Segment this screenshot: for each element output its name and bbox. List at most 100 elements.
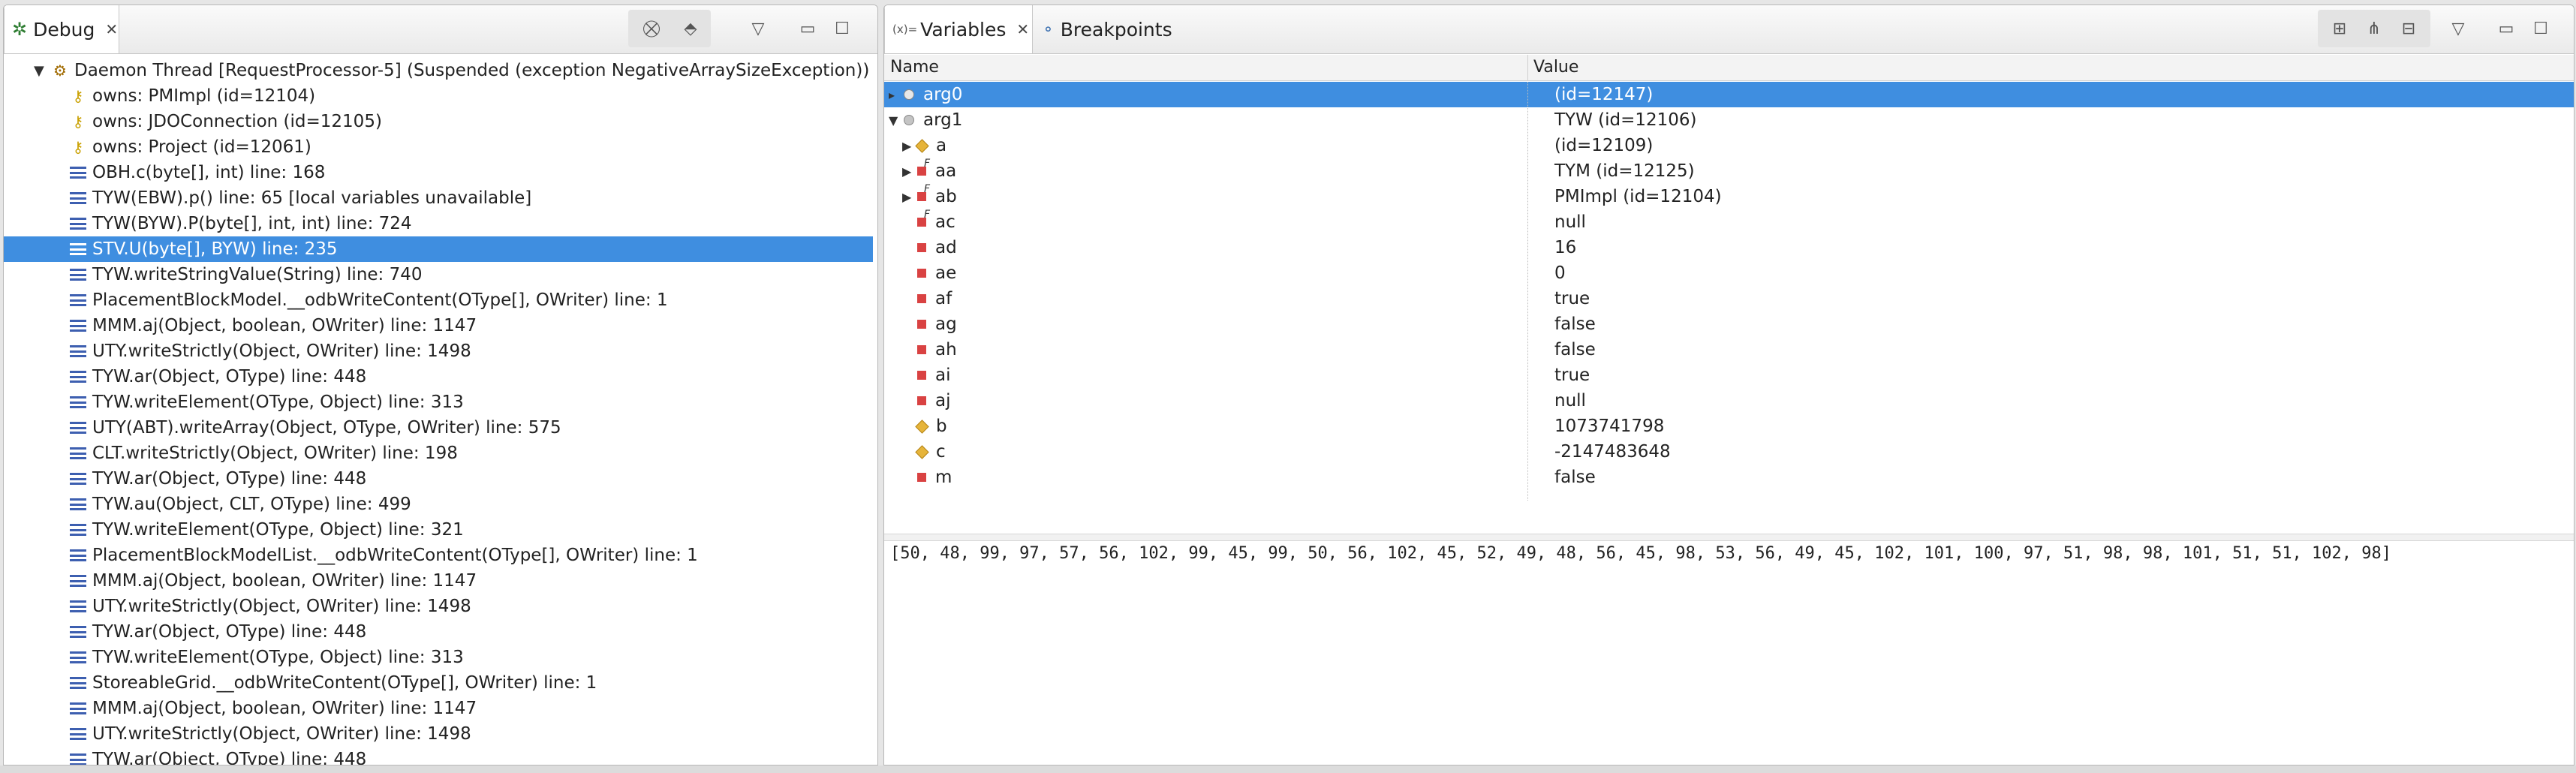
stack-frame-label: OBH.c(byte[], int) line: 168 [92,163,326,182]
stack-frame-label: TYW.writeElement(OType, Object) line: 32… [92,520,464,540]
disconnect-icon[interactable]: ⛒ [639,16,664,41]
owns-row[interactable]: ⚷ owns: Project (id=12061) [4,134,873,160]
show-type-names-icon[interactable]: ⊞ [2327,16,2352,41]
collapse-all-icon[interactable]: ⊟ [2396,16,2421,41]
stack-frame-label: TYW.writeElement(OType, Object) line: 31… [92,648,464,667]
chevron-down-icon[interactable]: ▼ [889,113,904,128]
chevron-right-icon[interactable]: ▶ [902,190,917,204]
close-icon[interactable]: ✕ [105,20,118,38]
variable-row[interactable]: m false [884,465,2574,490]
variable-value: (id=12109) [1554,136,1654,155]
stack-frame-icon [68,290,88,310]
remove-launches-icon[interactable]: ⬘ [678,16,703,41]
stack-frame-label: UTY.writeStrictly(Object, OWriter) line:… [92,341,471,361]
thread-row[interactable]: ▼ ⚙ Daemon Thread [RequestProcessor-5] (… [4,58,873,83]
variables-icon: (x)= [892,23,918,36]
owns-row[interactable]: ⚷ owns: PMImpl (id=12104) [4,83,873,109]
stack-frame-row[interactable]: TYW(EBW).p() line: 65 [local variables u… [4,185,873,211]
maximize-icon[interactable]: ☐ [2528,16,2553,41]
tab-breakpoints[interactable]: ⚬ Breakpoints [1037,5,1187,53]
stack-frame-row[interactable]: MMM.aj(Object, boolean, OWriter) line: 1… [4,696,873,721]
stack-frame-icon [68,393,88,412]
tab-variables-label: Variables [920,18,1007,41]
debug-view: ✲ Debug ✕ ⛒ ⬘ ▽ ▭ ☐ ▼ ⚙ Daemon Thread [R… [3,5,878,765]
variable-row[interactable]: c -2147483648 [884,439,2574,465]
column-value-header[interactable]: Value [1533,58,1578,77]
owns-row[interactable]: ⚷ owns: JDOConnection (id=12105) [4,109,873,134]
variable-row[interactable]: ▶ a (id=12109) [884,133,2574,158]
variable-row[interactable]: ai true [884,362,2574,388]
stack-frame-icon [68,316,88,335]
stack-frame-row[interactable]: TYW.writeElement(OType, Object) line: 31… [4,645,873,670]
chevron-down-icon[interactable]: ▼ [34,63,50,79]
detail-pane-text[interactable]: [50, 48, 99, 97, 57, 56, 102, 99, 45, 99… [890,544,2568,563]
stack-frame-row[interactable]: PlacementBlockModel.__odbWriteContent(OT… [4,287,873,313]
stack-frame-row[interactable]: TYW.writeElement(OType, Object) line: 31… [4,390,873,415]
stack-frame-label: PlacementBlockModelList.__odbWriteConten… [92,546,698,565]
variable-row[interactable]: ae 0 [884,260,2574,286]
variable-row[interactable]: ▶ Fab PMImpl (id=12104) [884,183,2574,209]
column-separator[interactable] [1527,55,1528,80]
variable-value: -2147483648 [1554,442,1671,462]
chevron-right-icon[interactable]: ▶ [902,164,917,179]
variable-row[interactable]: ah false [884,337,2574,362]
stack-frame-row[interactable]: TYW.ar(Object, OType) line: 448 [4,364,873,390]
stack-frame-row[interactable]: CLT.writeStrictly(Object, OWriter) line:… [4,441,873,466]
minimize-icon[interactable]: ▭ [795,16,820,41]
stack-frame-row[interactable]: TYW.writeElement(OType, Object) line: 32… [4,517,873,543]
variable-name: ae [935,263,957,283]
variable-row[interactable]: ▼ arg1 TYW (id=12106) [884,107,2574,133]
chevron-right-icon[interactable]: ▸ [889,88,904,102]
tab-debug[interactable]: ✲ Debug ✕ [4,5,119,53]
stack-frame-icon [68,214,88,233]
stack-frame-icon [68,341,88,361]
private-field-icon [917,396,926,405]
stack-frame-row[interactable]: TYW.writeStringValue(String) line: 740 [4,262,873,287]
close-icon[interactable]: ✕ [1016,20,1029,38]
column-name-header[interactable]: Name [890,58,939,77]
stack-frame-row[interactable]: OBH.c(byte[], int) line: 168 [4,160,873,185]
variable-value: true [1554,365,1590,385]
variable-value: null [1554,391,1586,411]
variable-row[interactable]: ▶ Faa TYM (id=12125) [884,158,2574,184]
stack-frame-label: PlacementBlockModel.__odbWriteContent(OT… [92,290,668,310]
stack-frame-row[interactable]: StoreableGrid.__odbWriteContent(OType[],… [4,670,873,696]
key-icon: ⚷ [72,138,84,156]
view-menu-icon[interactable]: ▽ [745,16,771,41]
variable-name: ab [935,187,957,206]
stack-frame-row[interactable]: MMM.aj(Object, boolean, OWriter) line: 1… [4,313,873,338]
variable-name: arg0 [923,85,963,104]
detail-pane-sash[interactable] [884,534,2574,541]
variable-row[interactable]: ad 16 [884,235,2574,260]
stack-frame-icon [68,367,88,386]
stack-frame-row[interactable]: STV.U(byte[], BYW) line: 235 [4,236,873,262]
stack-frame-row[interactable]: TYW.au(Object, CLT, OType) line: 499 [4,492,873,517]
stack-frame-row[interactable]: UTY(ABT).writeArray(Object, OType, OWrit… [4,415,873,441]
minimize-icon[interactable]: ▭ [2493,16,2519,41]
stack-frame-row[interactable]: TYW.ar(Object, OType) line: 448 [4,466,873,492]
private-field-icon [917,243,926,252]
variable-row[interactable]: ag false [884,311,2574,337]
view-menu-icon[interactable]: ▽ [2445,16,2471,41]
final-field-icon: F [917,158,930,176]
stack-frame-row[interactable]: UTY.writeStrictly(Object, OWriter) line:… [4,338,873,364]
tab-variables[interactable]: (x)= Variables ✕ [884,5,1033,53]
stack-frame-row[interactable]: MMM.aj(Object, boolean, OWriter) line: 1… [4,568,873,594]
stack-frame-row[interactable]: TYW.ar(Object, OType) line: 448 [4,747,873,765]
variables-table: ▸ arg0 (id=12147) ▼ arg1 TYW (id=12106) ▶ a (id=… [884,82,2574,502]
maximize-icon[interactable]: ☐ [829,16,855,41]
variable-row[interactable]: af true [884,286,2574,311]
stack-frame-row[interactable]: UTY.writeStrictly(Object, OWriter) line:… [4,721,873,747]
variable-row[interactable]: Fac null [884,209,2574,235]
variable-row[interactable]: ▸ arg0 (id=12147) [884,82,2574,107]
stack-frame-row[interactable]: TYW.ar(Object, OType) line: 448 [4,619,873,645]
stack-frame-row[interactable]: PlacementBlockModelList.__odbWriteConten… [4,543,873,568]
private-field-icon [917,294,926,303]
stack-frame-row[interactable]: UTY.writeStrictly(Object, OWriter) line:… [4,594,873,619]
show-logical-structure-icon[interactable]: ⋔ [2361,16,2387,41]
stack-frame-icon [68,597,88,616]
variable-row[interactable]: b 1073741798 [884,414,2574,439]
variable-row[interactable]: aj null [884,388,2574,414]
variable-name: m [935,468,952,487]
stack-frame-row[interactable]: TYW(BYW).P(byte[], int, int) line: 724 [4,211,873,236]
